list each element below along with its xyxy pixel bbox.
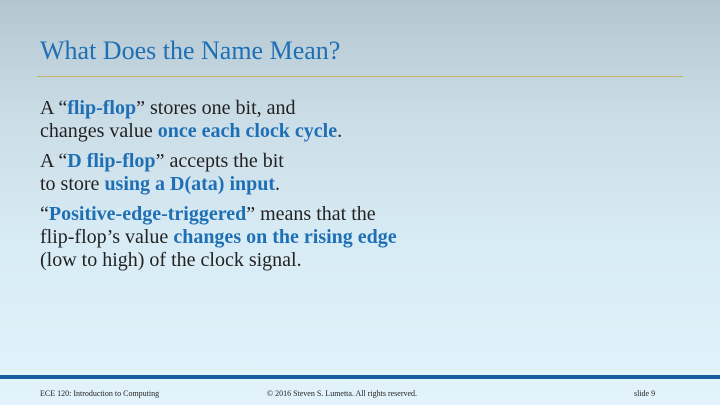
- text: changes value: [40, 120, 158, 142]
- footer-course: ECE 120: Introduction to Computing: [40, 389, 160, 398]
- text: ” accepts the bit: [155, 150, 284, 172]
- text: .: [275, 173, 281, 195]
- title-divider: [37, 76, 683, 77]
- slide-title: What Does the Name Mean?: [40, 36, 341, 65]
- text: “: [40, 203, 49, 225]
- paragraph-d-flip-flop: A “D flip-flop” accepts the bit to store…: [40, 150, 690, 196]
- highlight-term: flip-flop: [67, 97, 137, 119]
- footer-copyright: © 2016 Steven S. Lumetta. All rights res…: [267, 389, 418, 398]
- paragraph-positive-edge: “Positive-edge-triggered” means that the…: [40, 203, 690, 272]
- highlight-term: using a D(ata) input: [104, 173, 276, 195]
- footer-bar: [0, 375, 720, 379]
- text: A “: [40, 97, 68, 119]
- highlight-term: changes on the rising edge: [173, 226, 397, 248]
- paragraph-flip-flop: A “flip-flop” stores one bit, and change…: [40, 97, 690, 143]
- text: (low to high) of the clock signal.: [40, 249, 302, 271]
- text: .: [337, 120, 343, 142]
- highlight-term: once each clock cycle: [157, 120, 338, 142]
- highlight-term: Positive-edge-triggered: [48, 203, 247, 225]
- text: ” stores one bit, and: [136, 97, 296, 119]
- text: to store: [40, 173, 105, 195]
- text: ” means that the: [246, 203, 376, 225]
- slide-number: slide 9: [634, 389, 656, 398]
- slide-body: A “flip-flop” stores one bit, and change…: [40, 97, 690, 279]
- text: A “: [40, 150, 68, 172]
- text: flip-flop’s value: [40, 226, 174, 248]
- highlight-term: D flip-flop: [67, 150, 156, 172]
